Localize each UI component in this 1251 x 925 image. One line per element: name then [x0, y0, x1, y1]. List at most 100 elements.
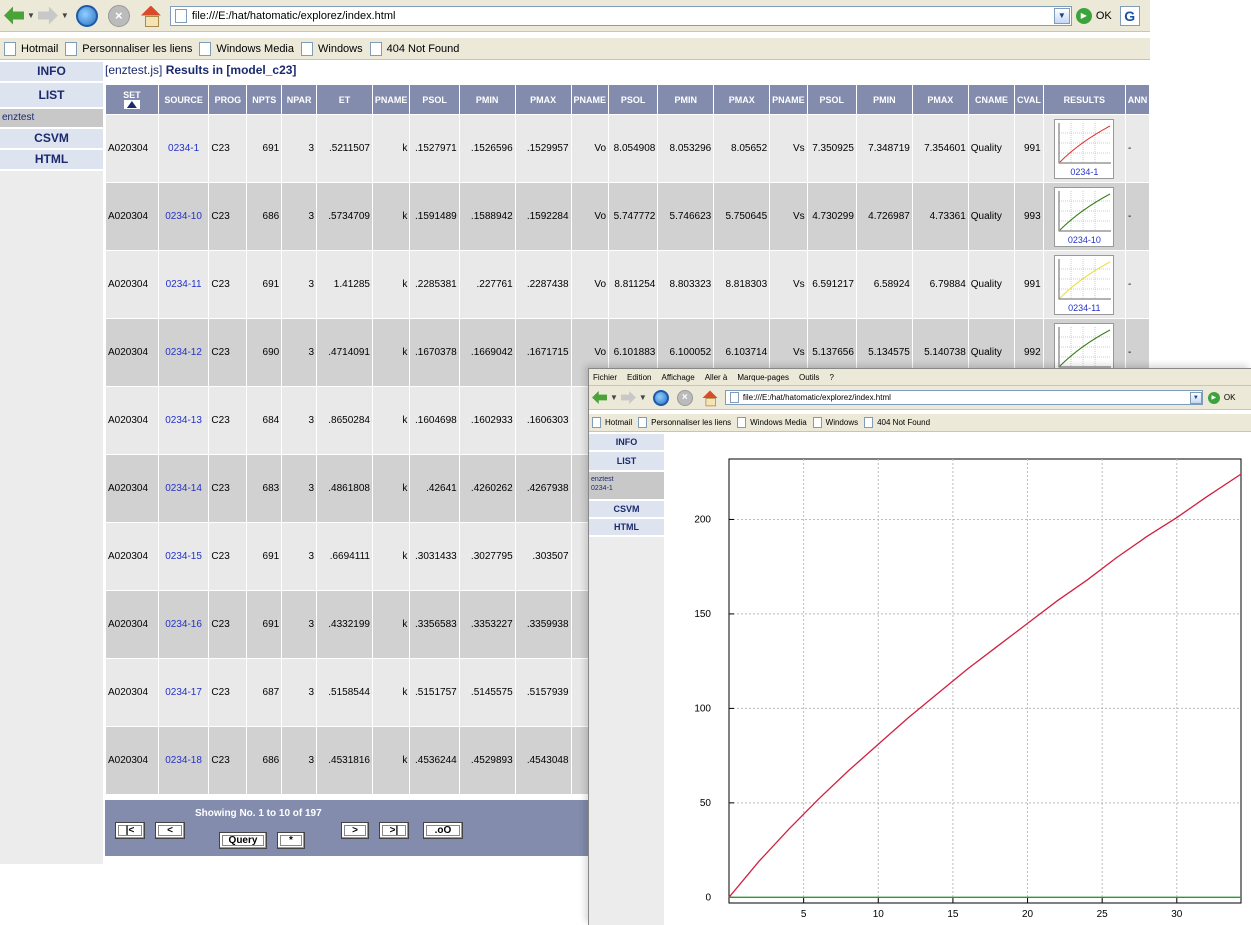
cell-pmin2: 5.746623	[657, 182, 715, 251]
cell-source[interactable]: 0234-15	[157, 522, 210, 591]
sidebar-item-csvm[interactable]: CSVM	[0, 129, 103, 150]
cell-npts: 691	[246, 114, 283, 183]
bookmark-item[interactable]: Windows	[812, 417, 859, 428]
reload-button-2[interactable]	[652, 389, 669, 406]
address-dropdown-button[interactable]: ▼	[1053, 7, 1070, 24]
next-page-button[interactable]: >	[341, 822, 369, 839]
menu-marque-pages[interactable]: Marque-pages	[737, 373, 789, 382]
sidebar-item-info[interactable]: INFO	[0, 62, 103, 83]
prev-page-button[interactable]: <	[155, 822, 185, 839]
cell-source[interactable]: 0234-14	[157, 454, 210, 523]
cell-pname: k	[371, 318, 411, 387]
reload-button[interactable]	[75, 4, 98, 27]
result-thumbnail[interactable]: 0234-1	[1054, 118, 1115, 179]
sort-up-icon[interactable]	[123, 100, 140, 109]
result-thumbnail[interactable]: 0234-10	[1054, 186, 1115, 247]
overview-button[interactable]: .oO	[423, 822, 463, 839]
cell-psol: .1591489	[409, 182, 460, 251]
cell-source[interactable]: 0234-10	[157, 182, 210, 251]
menu-affichage[interactable]: Affichage	[661, 373, 694, 382]
cell-source[interactable]: 0234-12	[157, 318, 210, 387]
back-dropdown-icon[interactable]: ▼	[610, 393, 618, 402]
cell-pmax3: 6.79884	[911, 250, 969, 319]
forward-dropdown-icon[interactable]: ▼	[61, 11, 69, 20]
last-page-button[interactable]: >|	[379, 822, 409, 839]
sidebar-item-html[interactable]: HTML	[0, 150, 103, 171]
bookmark-label: Windows	[825, 418, 859, 427]
home-button-2[interactable]	[699, 388, 721, 408]
menu-help[interactable]: ?	[829, 373, 833, 382]
result-thumbnail[interactable]: 0234-11	[1054, 254, 1115, 315]
cell-source[interactable]: 0234-16	[157, 590, 210, 659]
column-header: RESULTS	[1042, 84, 1127, 115]
column-header: PMAX	[713, 84, 771, 115]
go-icon[interactable]: ▶	[1075, 7, 1092, 24]
bookmark-label: Windows Media	[750, 418, 807, 427]
cell-pmax: .1592284	[514, 182, 572, 251]
cell-npar: 3	[281, 182, 318, 251]
menu-edition[interactable]: Edition	[627, 373, 651, 382]
cell-et: .6694111	[316, 522, 373, 591]
sidebar-item-enztest[interactable]: enztest	[0, 109, 103, 129]
bookmark-item[interactable]: Personnaliser les liens	[65, 41, 192, 56]
column-header: PNAME	[371, 84, 411, 115]
column-header: PNAME	[570, 84, 610, 115]
bookmark-item[interactable]: Personnaliser les liens	[638, 417, 731, 428]
cell-source[interactable]: 0234-13	[157, 386, 210, 455]
back-button-2[interactable]: ▼	[592, 391, 621, 404]
bookmark-item[interactable]: Hotmail	[592, 417, 632, 428]
bookmark-item[interactable]: Windows Media	[199, 41, 294, 56]
bookmark-item[interactable]: 404 Not Found	[369, 41, 459, 56]
sidebar-item-list[interactable]: LIST	[589, 452, 664, 472]
home-button[interactable]	[140, 6, 162, 27]
set-label: SET	[123, 90, 141, 100]
address-dropdown-button-2[interactable]: ▼	[1189, 391, 1202, 404]
menu-aller[interactable]: Aller à	[705, 373, 728, 382]
sidebar-item-enztest-selected[interactable]: enztest 0234-1	[589, 472, 664, 501]
cell-source[interactable]: 0234-1	[157, 114, 210, 183]
bookmark-item[interactable]: 404 Not Found	[864, 417, 930, 428]
thumbnail-label[interactable]: 0234-1	[1055, 167, 1113, 177]
back-button[interactable]: ▼	[4, 6, 38, 25]
thumbnail-label[interactable]: 0234-10	[1055, 235, 1113, 245]
go-button-2[interactable]: OK	[1224, 393, 1236, 402]
stop-button-2[interactable]: ×	[676, 389, 693, 406]
query-button[interactable]: Query	[219, 832, 267, 849]
go-icon-2[interactable]: ▶	[1207, 391, 1220, 404]
column-header[interactable]: SET	[105, 84, 159, 115]
cell-source[interactable]: 0234-17	[157, 658, 210, 727]
cell-pmax: .2287438	[514, 250, 572, 319]
cell-source[interactable]: 0234-11	[157, 250, 210, 319]
menu-fichier[interactable]: Fichier	[593, 373, 617, 382]
cell-pname2: Vo	[570, 114, 610, 183]
sidebar-item-info[interactable]: INFO	[589, 434, 664, 452]
selected-line-2: 0234-1	[591, 485, 613, 492]
first-page-button[interactable]: |<	[115, 822, 145, 839]
address-bar-2[interactable]: file:///E:/hat/hatomatic/explorez/index.…	[724, 390, 1203, 405]
sidebar-item-csvm[interactable]: CSVM	[589, 501, 664, 519]
cell-prog: C23	[208, 250, 248, 319]
cell-prog: C23	[208, 658, 248, 727]
cell-source[interactable]: 0234-18	[157, 726, 210, 795]
back-dropdown-icon[interactable]: ▼	[27, 11, 35, 20]
thumbnail-curve	[1059, 261, 1111, 298]
forward-button[interactable]: ▼	[37, 6, 72, 25]
address-bar[interactable]: file:///E:/hat/hatomatic/explorez/index.…	[169, 5, 1072, 26]
go-button[interactable]: OK	[1096, 10, 1112, 22]
forward-dropdown-icon[interactable]: ▼	[639, 393, 647, 402]
sidebar-item-html[interactable]: HTML	[589, 519, 664, 537]
bookmark-item[interactable]: Windows Media	[737, 417, 807, 428]
bookmarks-bar: Hotmail Personnaliser les liens Windows …	[0, 38, 1150, 60]
google-toolbar-icon[interactable]: G	[1119, 5, 1140, 26]
forward-button-2[interactable]: ▼	[620, 391, 650, 404]
cell-cval: 991	[1014, 250, 1044, 319]
thumbnail-label[interactable]: 0234-11	[1055, 303, 1113, 313]
star-button[interactable]: *	[277, 832, 305, 849]
cell-psol2: 8.054908	[608, 114, 659, 183]
cell-results: 0234-10	[1042, 182, 1127, 251]
bookmark-item[interactable]: Windows	[301, 41, 363, 56]
menu-outils[interactable]: Outils	[799, 373, 819, 382]
stop-button[interactable]: ×	[107, 4, 130, 27]
sidebar-item-list[interactable]: LIST	[0, 83, 103, 109]
bookmark-item[interactable]: Hotmail	[4, 41, 58, 56]
